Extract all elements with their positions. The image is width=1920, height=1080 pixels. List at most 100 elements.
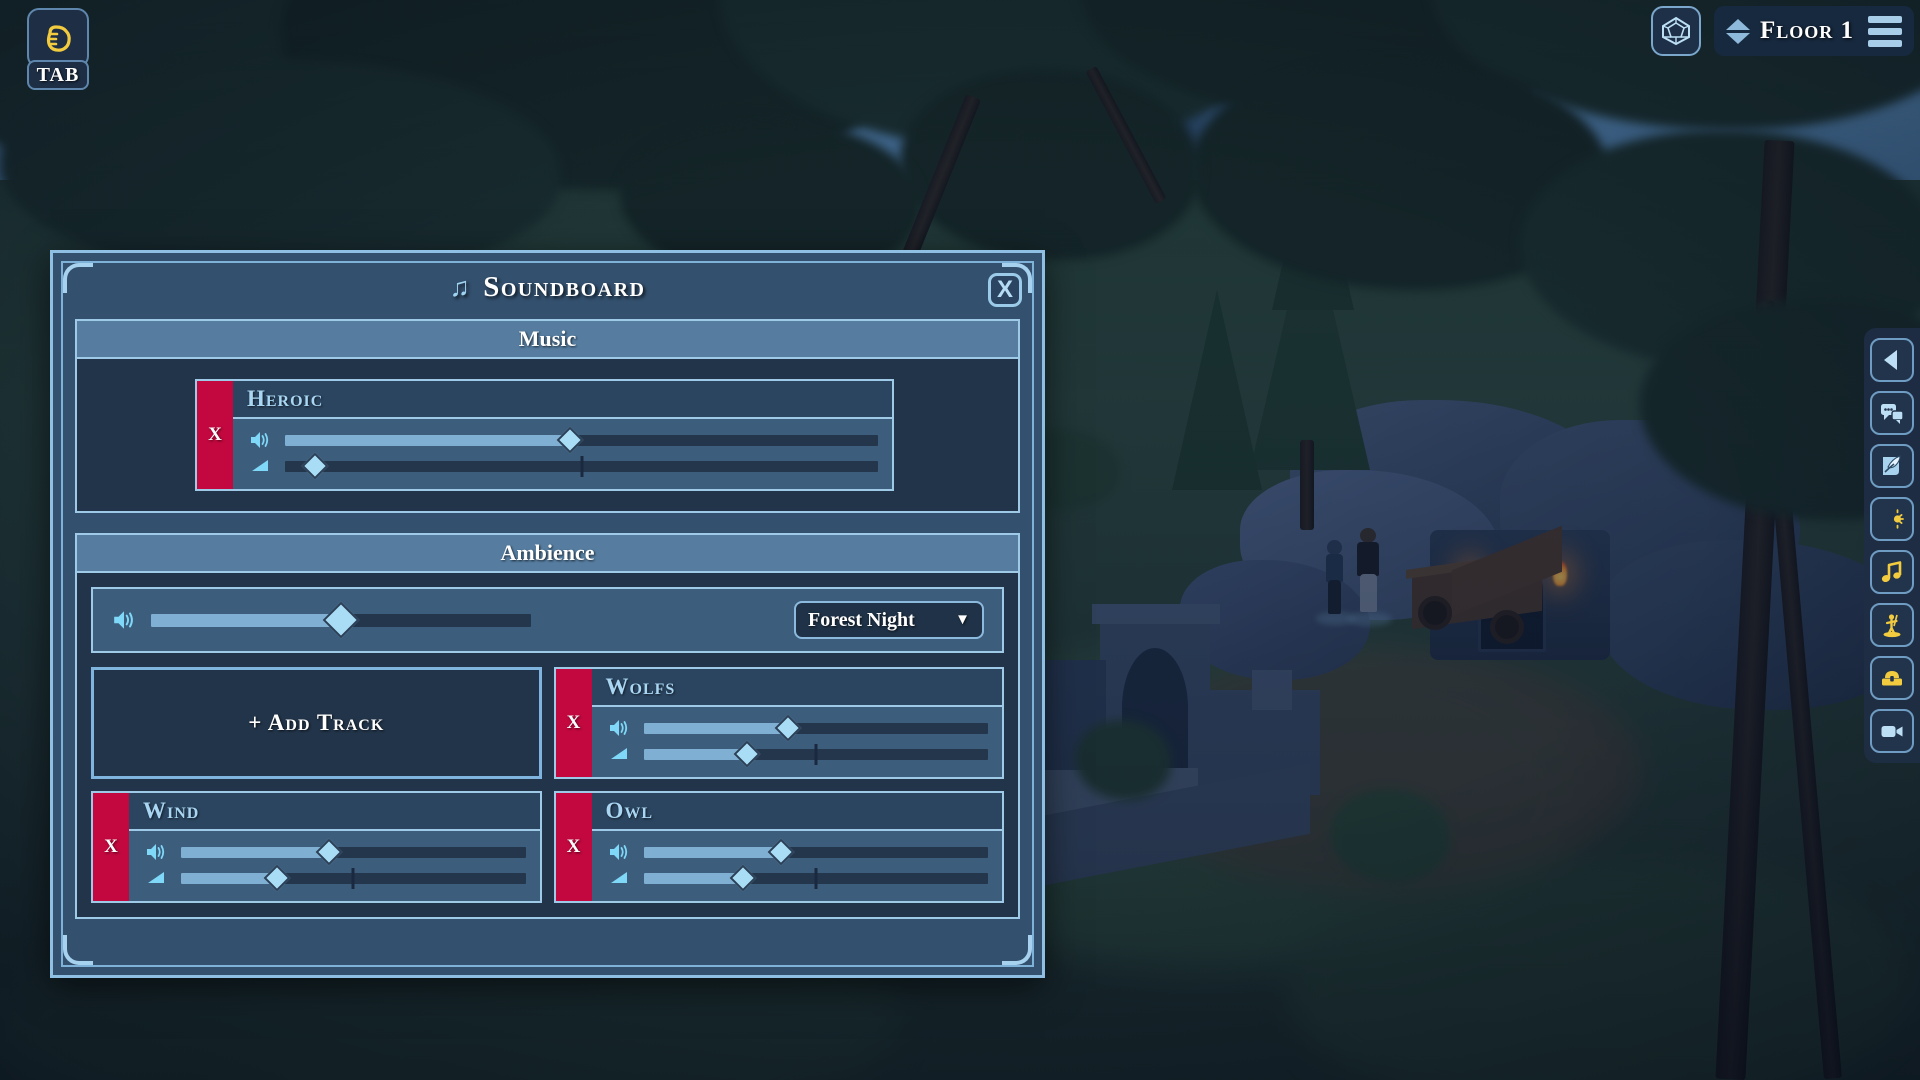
- sun-moon-icon: [1883, 509, 1904, 529]
- ambience-volume-slider[interactable]: [151, 601, 531, 639]
- pan-slider-row: [606, 864, 988, 892]
- cart-wheel: [1418, 596, 1452, 630]
- floor-label: Floor 1: [1760, 17, 1855, 44]
- track-sliders: [592, 707, 1003, 777]
- slider-thumb[interactable]: [301, 452, 329, 480]
- panel-body: Music X Heroic Ambience Forest Night ▼ +…: [75, 319, 1020, 951]
- soundboard-panel: ♫ Soundboard X Music X Heroic Ambience F…: [50, 250, 1045, 978]
- floor-selector[interactable]: Floor 1: [1714, 6, 1914, 56]
- sidebar-item-chat[interactable]: [1870, 391, 1914, 435]
- center-tick: [814, 743, 818, 765]
- music-note-icon: [1881, 561, 1902, 582]
- track-sliders: [129, 831, 540, 901]
- sidebar-item-camera[interactable]: [1870, 709, 1914, 753]
- fade-triangle-icon: [606, 744, 632, 764]
- close-icon[interactable]: X: [988, 273, 1022, 307]
- remove-track-button[interactable]: X: [93, 793, 129, 901]
- speaker-icon: [606, 718, 632, 738]
- ruin-lintel: [1092, 604, 1220, 624]
- quill-note-icon: [1883, 455, 1901, 475]
- page-title: ♫ Soundboard: [53, 271, 1042, 304]
- triangle-down-icon[interactable]: [1726, 32, 1750, 44]
- slider-thumb[interactable]: [315, 838, 343, 866]
- ambience-preset-dropdown[interactable]: Forest Night ▼: [794, 601, 984, 639]
- remove-track-button[interactable]: X: [197, 381, 233, 489]
- pan-slider[interactable]: [643, 740, 988, 768]
- slider-thumb[interactable]: [733, 740, 761, 768]
- track-name: Wind: [129, 793, 540, 831]
- triangle-up-icon[interactable]: [1726, 18, 1750, 30]
- fade-triangle-icon: [143, 868, 169, 888]
- hamburger-menu-icon[interactable]: [1868, 15, 1902, 47]
- pan-slider[interactable]: [285, 452, 878, 480]
- ruin-pillar: [1252, 670, 1292, 710]
- slider-thumb[interactable]: [767, 838, 795, 866]
- slider-thumb[interactable]: [556, 426, 584, 454]
- slider-thumb[interactable]: [322, 601, 360, 639]
- volume-slider[interactable]: [643, 838, 988, 866]
- track-sliders: [592, 831, 1003, 901]
- volume-slider-row: [606, 838, 988, 866]
- slider-thumb[interactable]: [729, 864, 757, 892]
- sidebar-item-collapse-toolbar[interactable]: [1870, 338, 1914, 382]
- fist-icon: [46, 25, 71, 52]
- track-body: Owl: [591, 793, 1003, 901]
- pan-slider-row: [247, 452, 878, 480]
- sidebar-item-notes[interactable]: [1870, 444, 1914, 488]
- volume-slider-row: [143, 838, 526, 866]
- chevron-down-icon: ▼: [955, 611, 970, 628]
- music-section: X Heroic: [75, 357, 1020, 513]
- speaker-icon: [111, 609, 137, 631]
- tab-key-button[interactable]: [27, 8, 89, 68]
- track-body: Heroic: [233, 381, 892, 489]
- tab-hint-hud[interactable]: TAB: [27, 8, 89, 90]
- track-body: Wolfs: [591, 669, 1003, 777]
- center-tick: [814, 867, 818, 889]
- floor-stepper[interactable]: [1726, 18, 1750, 44]
- volume-slider[interactable]: [181, 838, 526, 866]
- sidebar-item-characters[interactable]: [1870, 603, 1914, 647]
- dice-roller-button[interactable]: [1651, 6, 1701, 56]
- remove-track-button[interactable]: X: [555, 669, 592, 777]
- panel-title-text: Soundboard: [483, 271, 646, 303]
- ambience-track-grid: + Add Track X Wolfs X Wind X Owl: [91, 667, 1004, 903]
- track-name: Heroic: [233, 381, 892, 419]
- section-header-ambience: Ambience: [75, 533, 1020, 571]
- bush: [1075, 720, 1171, 800]
- pan-slider[interactable]: [181, 864, 526, 892]
- volume-slider[interactable]: [643, 714, 988, 742]
- track-card: X Wolfs: [553, 667, 1004, 779]
- remove-track-button[interactable]: X: [555, 793, 592, 901]
- tree-trunk: [1300, 440, 1314, 530]
- slider-thumb[interactable]: [774, 714, 802, 742]
- left-triangle-icon: [1884, 350, 1897, 370]
- ambience-volume-row: [111, 601, 778, 639]
- volume-slider-row: [606, 714, 988, 742]
- volume-slider[interactable]: [285, 426, 878, 454]
- sidebar-item-day-night[interactable]: [1870, 497, 1914, 541]
- add-track-button[interactable]: + Add Track: [91, 667, 542, 779]
- slider-thumb[interactable]: [264, 864, 291, 892]
- speaker-icon: [606, 842, 632, 862]
- sidebar-item-soundboard[interactable]: [1870, 550, 1914, 594]
- speaker-icon: [143, 842, 169, 862]
- center-tick: [351, 867, 355, 889]
- ambience-preset-value: Forest Night: [808, 608, 915, 631]
- ambience-section: Forest Night ▼ + Add Track X Wolfs X Win…: [75, 571, 1020, 919]
- volume-slider-row: [247, 426, 878, 454]
- track-sliders: [233, 419, 892, 489]
- tab-key-label: TAB: [27, 60, 89, 90]
- center-tick: [580, 455, 583, 477]
- pan-slider-row: [606, 740, 988, 768]
- speaker-icon: [247, 430, 273, 450]
- ambience-master-row: Forest Night ▼: [91, 587, 1004, 653]
- game-screen: TAB Floor 1 ♫ Soundboard X Music X Heroi…: [0, 0, 1920, 1080]
- fade-triangle-icon: [606, 868, 632, 888]
- cart-wheel: [1490, 610, 1524, 644]
- section-header-music: Music: [75, 319, 1020, 357]
- pan-slider[interactable]: [643, 864, 988, 892]
- treasure-chest-icon: [1882, 671, 1902, 686]
- track-body: Wind: [129, 793, 540, 901]
- music-note-icon: ♫: [449, 272, 472, 302]
- sidebar-item-treasure[interactable]: [1870, 656, 1914, 700]
